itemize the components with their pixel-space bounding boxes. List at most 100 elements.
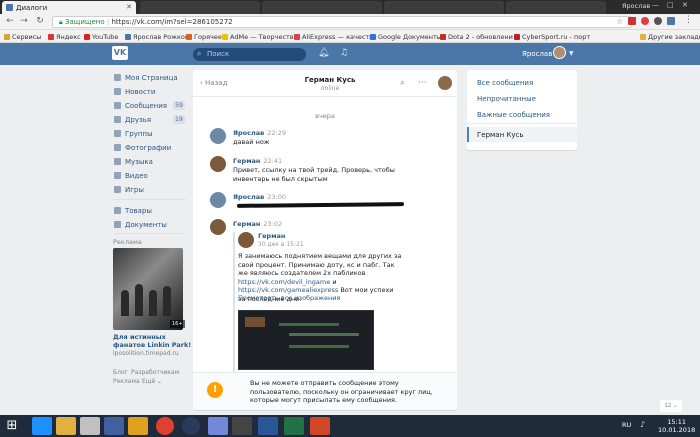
volume-icon[interactable]: ♪ xyxy=(640,420,645,429)
excel-icon[interactable] xyxy=(284,417,304,435)
forwarded-link[interactable]: https://vk.com/gamealiexpress xyxy=(238,286,338,294)
bookmark-item[interactable]: Горячее xyxy=(186,33,222,41)
sidebar-item-friends[interactable]: Друзья xyxy=(114,116,151,124)
filter-unread[interactable]: Непрочитанные xyxy=(477,95,536,103)
media-icon[interactable] xyxy=(104,417,124,435)
show-all-images-link[interactable]: Посмотреть все изображения xyxy=(238,294,340,303)
back-arrow-icon[interactable]: ← xyxy=(4,16,16,26)
maximize-icon[interactable]: □ xyxy=(667,1,674,9)
vk-logo[interactable]: VK xyxy=(112,46,128,60)
footer-link-blog[interactable]: Блог xyxy=(113,369,128,376)
message-author[interactable]: Герман 23:02 xyxy=(233,220,282,228)
ad-image[interactable] xyxy=(113,248,183,330)
more-icon[interactable]: ··· xyxy=(418,78,427,88)
browser-tab-inactive[interactable] xyxy=(506,1,606,14)
message-author[interactable]: Ярослав 23:00 xyxy=(233,193,286,201)
discord-icon[interactable] xyxy=(208,417,228,435)
address-bar[interactable]: 🔒︎ Защищено | https://vk.com/im?sel=2861… xyxy=(52,16,632,28)
browser-profile-name[interactable]: Ярослав xyxy=(622,2,650,10)
bookmark-item[interactable]: Яндекс xyxy=(48,33,81,41)
bookmark-item[interactable]: Другие закладки xyxy=(640,33,700,41)
sidebar-item-video[interactable]: Видео xyxy=(114,172,148,180)
ad-domain[interactable]: lposolition.timepad.ru xyxy=(113,350,179,357)
filter-important[interactable]: Важные сообщения xyxy=(477,111,550,119)
avatar[interactable] xyxy=(438,76,452,90)
bookmark-item[interactable]: YouTube xyxy=(84,33,118,41)
filter-selected-label[interactable]: Герман Кусь xyxy=(477,131,523,139)
music-note-icon[interactable]: ♫ xyxy=(340,48,348,58)
avatar[interactable] xyxy=(210,192,226,208)
steam-icon[interactable] xyxy=(182,417,200,435)
clock[interactable]: 15:11 10.01.2018 xyxy=(658,418,695,434)
sidebar-item-music[interactable]: Музыка xyxy=(114,158,153,166)
user-name[interactable]: Ярослав xyxy=(522,50,552,58)
chevron-down-icon[interactable]: ▼ xyxy=(569,50,574,57)
avatar[interactable] xyxy=(210,219,226,235)
avatar[interactable] xyxy=(553,46,566,59)
bookmark-item[interactable]: AdMe — Творчеств xyxy=(222,33,294,41)
language-indicator[interactable]: RU xyxy=(622,421,631,429)
footer-link-more[interactable]: Ещё ⌄ xyxy=(142,378,162,385)
extension-icon[interactable] xyxy=(628,17,636,25)
close-tab-icon[interactable]: ✕ xyxy=(126,3,132,11)
forward-arrow-icon[interactable]: → xyxy=(18,16,30,26)
sidebar-item-documents[interactable]: Документы xyxy=(114,221,167,229)
avatar[interactable] xyxy=(238,232,254,248)
chrome-icon[interactable] xyxy=(156,417,174,435)
close-window-icon[interactable]: ✕ xyxy=(682,1,688,9)
footer-link-ads[interactable]: Реклама xyxy=(113,378,140,385)
peer-name[interactable]: Герман Кусь xyxy=(295,76,365,84)
bookmark-item[interactable]: AliExpress — качеств xyxy=(294,33,373,41)
bookmark-item[interactable]: Google Документы xyxy=(370,33,442,41)
bookmark-item[interactable]: Ярослав Рожков xyxy=(125,33,189,41)
avatar[interactable] xyxy=(210,156,226,172)
app-icon[interactable] xyxy=(232,417,252,435)
goods-icon xyxy=(114,207,121,214)
back-button[interactable]: ‹ Назад xyxy=(200,79,227,87)
extension-icon[interactable] xyxy=(641,17,649,25)
extension-icon[interactable] xyxy=(654,17,662,25)
browser-tab-inactive[interactable] xyxy=(384,1,504,14)
abbyy-icon[interactable] xyxy=(80,417,100,435)
word-icon[interactable] xyxy=(258,417,278,435)
menu-icon[interactable]: ⋮ xyxy=(684,15,693,25)
bookmark-item[interactable]: CyberSport.ru - порт xyxy=(514,33,590,41)
sidebar-item-messages[interactable]: Сообщения xyxy=(114,102,167,110)
browser-tab-inactive[interactable] xyxy=(140,1,260,14)
reload-icon[interactable]: ↻ xyxy=(34,16,46,26)
bookmark-star-icon[interactable]: ☆ xyxy=(616,17,623,26)
message-author[interactable]: Герман 22:41 xyxy=(233,157,282,165)
folder-icon[interactable] xyxy=(128,417,148,435)
sidebar-item-games[interactable]: Игры xyxy=(114,186,144,194)
forwarded-author[interactable]: Герман xyxy=(258,232,285,240)
forwarded-link[interactable]: https://vk.com/devil_ingame xyxy=(238,278,330,286)
notifications-bell-icon[interactable]: 🔔︎ xyxy=(318,48,329,58)
sidebar-item-goods[interactable]: Товары xyxy=(114,207,152,215)
image-detail xyxy=(245,317,265,327)
sidebar-item-news[interactable]: Новости xyxy=(114,88,155,96)
search-input[interactable]: Поиск xyxy=(193,48,306,61)
avatar[interactable] xyxy=(210,128,226,144)
browser-tab[interactable]: Диалоги ✕ xyxy=(2,1,136,14)
windows-start-icon[interactable]: ⊞ xyxy=(4,418,20,434)
sidebar-item-my-page[interactable]: Моя Страница xyxy=(114,74,178,82)
ad-title[interactable]: Для истинных фанатов Linkin Park! xyxy=(113,333,193,349)
browser-tab-inactive[interactable] xyxy=(262,1,382,14)
extension-icon[interactable] xyxy=(667,17,675,25)
filter-all-messages[interactable]: Все сообщения xyxy=(477,79,533,87)
bookmark-item[interactable]: Сервисы xyxy=(4,33,41,41)
ad-figure xyxy=(149,290,157,316)
search-icon[interactable]: ⌕ xyxy=(400,78,405,88)
minimize-icon[interactable]: — xyxy=(652,1,659,9)
attached-image[interactable] xyxy=(238,310,374,370)
bookmark-item[interactable]: Dota 2 - обновлени xyxy=(440,33,513,41)
yandex-icon xyxy=(48,34,54,40)
powerpoint-icon[interactable] xyxy=(310,417,330,435)
ie-icon[interactable] xyxy=(32,417,52,435)
sidebar-item-groups[interactable]: Группы xyxy=(114,130,153,138)
sidebar-item-photos[interactable]: Фотографии xyxy=(114,144,171,152)
footer-link-developers[interactable]: Разработчикам xyxy=(131,369,179,376)
scroll-down-button[interactable]: 12 ⌄ xyxy=(660,400,682,412)
message-author[interactable]: Ярослав 22:29 xyxy=(233,129,286,137)
explorer-icon[interactable] xyxy=(56,417,76,435)
